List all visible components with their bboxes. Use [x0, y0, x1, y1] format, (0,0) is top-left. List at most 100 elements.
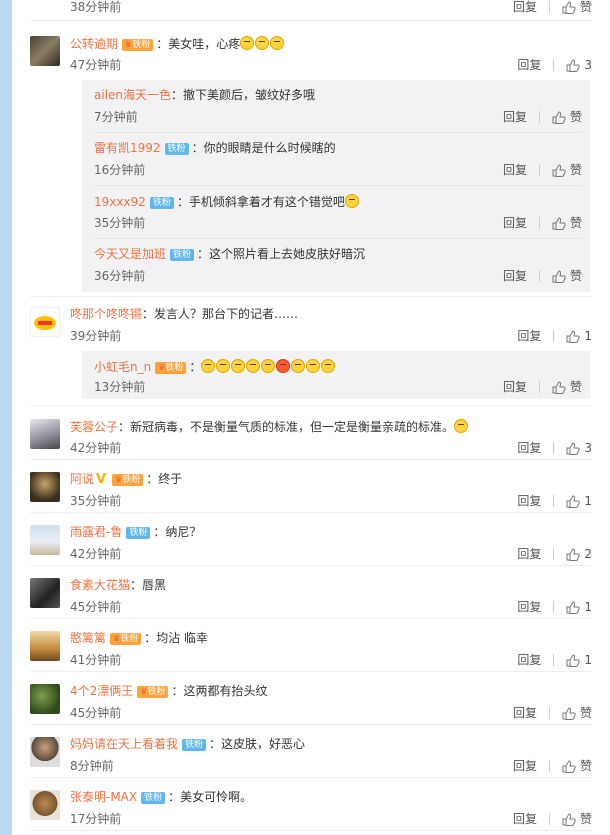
reply-time: 36分钟前: [94, 269, 146, 283]
fan-badge[interactable]: ♛铁粉: [155, 362, 187, 374]
username[interactable]: 食素大花猫: [70, 578, 130, 592]
reply-button[interactable]: 回复: [503, 163, 527, 177]
username[interactable]: 张泰明-MAX: [70, 790, 137, 804]
username[interactable]: 芙蓉公子: [70, 420, 118, 434]
reply-button[interactable]: 回复: [513, 0, 537, 14]
reply-button[interactable]: 回复: [513, 759, 537, 773]
divider: [30, 512, 592, 513]
fan-badge[interactable]: 铁粉: [182, 739, 207, 751]
reply-button[interactable]: 回复: [503, 110, 527, 124]
comment-actions: 回复 赞: [513, 706, 592, 720]
reply-button[interactable]: 回复: [503, 216, 527, 230]
avatar[interactable]: [30, 419, 60, 449]
like-button[interactable]: 赞: [552, 380, 582, 394]
like-button[interactable]: 3: [566, 58, 592, 72]
divider: [30, 724, 592, 725]
avatar[interactable]: [30, 578, 60, 608]
username[interactable]: 雷有凯1992: [94, 141, 161, 155]
comment-body: 均沾 临幸: [156, 631, 209, 645]
avatar[interactable]: [30, 472, 60, 502]
like-button[interactable]: 赞: [552, 269, 582, 283]
username[interactable]: 憨篱篱: [70, 631, 106, 645]
avatar[interactable]: [30, 36, 60, 66]
thumbs-up-icon: [566, 441, 581, 455]
username[interactable]: 雨露君-鲁: [70, 525, 122, 539]
username[interactable]: ailen海天一色: [94, 88, 171, 102]
reply-button[interactable]: 回复: [517, 329, 541, 343]
username[interactable]: 妈妈请在天上看着我: [70, 737, 178, 751]
like-label: 赞: [569, 110, 582, 124]
fan-badge[interactable]: 铁粉: [149, 197, 174, 209]
thumbs-up-icon: [566, 494, 581, 508]
divider: [553, 442, 555, 454]
fan-badge[interactable]: ♛铁粉: [112, 474, 144, 486]
reply-body: 撤下美颜后，皱纹好多哦: [183, 88, 316, 102]
like-button[interactable]: 赞: [562, 812, 592, 826]
username[interactable]: 咚那个咚咚锵: [70, 307, 142, 321]
reply-button[interactable]: 回复: [517, 494, 541, 508]
comment-item: 芙蓉公子：新冠病毒，不是衡量气质的标准，但一定是衡量亲疏的标准。 42分钟前 回…: [12, 417, 610, 455]
like-label: 赞: [579, 812, 592, 826]
fan-badge[interactable]: ♛铁粉: [122, 39, 154, 51]
reply-button[interactable]: 回复: [503, 269, 527, 283]
reply-time: 16分钟前: [94, 163, 146, 177]
fan-badge[interactable]: 铁粉: [126, 527, 151, 539]
like-button[interactable]: 赞: [552, 110, 582, 124]
fan-badge[interactable]: 铁粉: [170, 249, 195, 261]
comment-body: 这皮肤，好恶心: [221, 737, 306, 751]
reply-button[interactable]: 回复: [513, 706, 537, 720]
thumbs-up-icon: [552, 110, 566, 124]
comment-time: 35分钟前: [70, 494, 122, 508]
reply-button[interactable]: 回复: [503, 380, 527, 394]
divider: [30, 618, 592, 619]
reply-button[interactable]: 回复: [517, 441, 541, 455]
like-button[interactable]: 2: [566, 547, 592, 561]
avatar[interactable]: [30, 790, 60, 820]
like-button[interactable]: 赞: [562, 706, 592, 720]
comment-time: 45分钟前: [70, 706, 122, 720]
comment-time: 17分钟前: [70, 812, 122, 826]
username[interactable]: 阿说: [70, 472, 94, 486]
reply-button[interactable]: 回复: [517, 653, 541, 667]
avatar[interactable]: [30, 737, 60, 767]
comment-text: 咚那个咚咚锵：发言人？那台下的记者……: [70, 307, 299, 321]
reply-text: ailen海天一色：撤下美颜后，皱纹好多哦: [94, 88, 316, 102]
avatar[interactable]: [30, 684, 60, 714]
avatar[interactable]: [30, 631, 60, 661]
like-button[interactable]: 1: [566, 329, 592, 343]
comment-time: 42分钟前: [70, 441, 122, 455]
username[interactable]: 19xxx92: [94, 195, 146, 209]
avatar[interactable]: [30, 525, 60, 555]
thumbs-up-icon: [562, 812, 576, 826]
like-button[interactable]: 1: [566, 653, 592, 667]
like-button[interactable]: 赞: [562, 0, 592, 14]
crying-emoji-icon: [240, 36, 255, 50]
like-button[interactable]: 1: [566, 600, 592, 614]
reply-button[interactable]: 回复: [517, 58, 541, 72]
reply-button[interactable]: 回复: [513, 812, 537, 826]
reply-button[interactable]: 回复: [517, 547, 541, 561]
like-button[interactable]: 3: [566, 441, 592, 455]
username[interactable]: 公转逾期: [70, 37, 118, 51]
divider: [538, 217, 540, 229]
thumbs-up-icon: [562, 0, 576, 14]
like-button[interactable]: 赞: [552, 163, 582, 177]
like-button[interactable]: 赞: [552, 216, 582, 230]
fan-badge[interactable]: 铁粉: [164, 143, 189, 155]
avatar[interactable]: [30, 307, 60, 337]
reply-button[interactable]: 回复: [517, 600, 541, 614]
thumbs-up-icon: [566, 547, 581, 561]
divider: [553, 59, 555, 71]
fan-badge[interactable]: 铁粉: [141, 792, 166, 804]
fan-badge[interactable]: ♛铁粉: [137, 686, 169, 698]
angry-emoji-icon: [276, 359, 291, 373]
fan-badge[interactable]: ♛铁粉: [110, 633, 142, 645]
username[interactable]: 小虹毛n_n: [94, 360, 151, 374]
username[interactable]: 4个2漂俩王: [70, 684, 133, 698]
like-label: 赞: [569, 163, 582, 177]
like-button[interactable]: 赞: [562, 759, 592, 773]
comment-text: 雨露君-鲁 铁粉 ：纳尼？: [70, 525, 202, 539]
reply-text: 今天又是加班 铁粉 ：这个照片看上去她皮肤好暗沉: [94, 247, 366, 261]
like-button[interactable]: 1: [566, 494, 592, 508]
username[interactable]: 今天又是加班: [94, 247, 166, 261]
